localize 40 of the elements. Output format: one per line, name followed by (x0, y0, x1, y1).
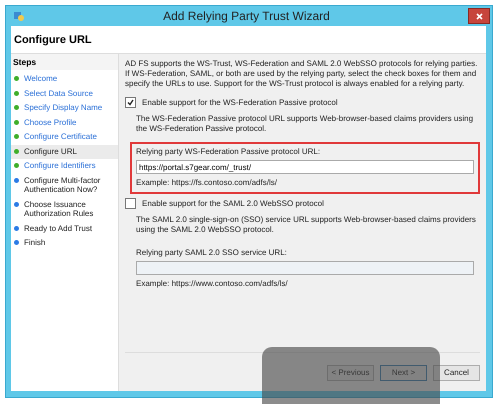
step-item[interactable]: Choose Profile (11, 116, 118, 130)
protocol-checkbox[interactable]: Enable support for the WS-Federation Passive protocol (125, 97, 480, 108)
step-item[interactable]: Configure Multi-factor Authentication Now? (11, 174, 118, 198)
window-title: Add Relying Party Trust Wizard (162, 9, 331, 23)
step-item[interactable]: Finish (11, 236, 118, 250)
close-icon (476, 12, 482, 20)
wizard-button[interactable]: Cancel (433, 365, 480, 381)
url-field[interactable]: https://portal.s7gear.com/_trust/ (136, 160, 474, 174)
status-dot-icon (14, 105, 19, 110)
step-item[interactable]: Configure Certificate (11, 130, 118, 144)
step-item[interactable]: Configure Identifiers (11, 159, 118, 174)
field-label: Relying party SAML 2.0 SSO service URL: (136, 248, 288, 258)
example-text: Example: https://www.contoso.com/adfs/ls/ (136, 279, 289, 289)
example-text: Example: https://fs.contoso.com/adfs/ls/ (136, 178, 278, 188)
status-dot-icon (14, 148, 19, 154)
step-item[interactable]: Configure URL (11, 144, 118, 159)
close-button[interactable] (468, 8, 490, 24)
status-dot-icon (14, 240, 19, 245)
step-item[interactable]: Specify Display Name (11, 101, 118, 116)
status-dot-icon (14, 90, 19, 96)
status-dot-icon (14, 202, 19, 206)
step-item[interactable]: Select Data Source (11, 86, 118, 101)
field-label: Relying party WS-Federation Passive protocol URL: (136, 147, 322, 157)
status-dot-icon (14, 226, 19, 230)
checkmark-icon (127, 99, 134, 106)
app-icon (13, 10, 25, 22)
status-dot-icon (14, 76, 19, 81)
step-item[interactable]: Ready to Add Trust (11, 222, 118, 236)
status-dot-icon (14, 120, 19, 124)
status-dot-icon (14, 178, 19, 182)
status-dot-icon (14, 163, 19, 168)
steps-heading: Steps (11, 54, 118, 70)
step-item[interactable]: Choose Issuance Authorization Rules (11, 198, 118, 222)
protocol-description: The SAML 2.0 single-sign-on (SSO) service URL supports Web-browser-based claims providers using the SAML 2.0 WebSSO protocol. (136, 215, 476, 235)
status-dot-icon (14, 134, 19, 139)
url-field[interactable] (136, 261, 474, 275)
step-item[interactable]: Welcome (11, 72, 118, 86)
intro-text: AD FS supports the WS-Trust, WS-Federation and SAML 2.0 WebSSO protocols for relying parties. If WS-Federation, SAML, or both are used by the relying party, select the check boxes for them and specify the URLs to use. Support for the WS-Trust protocol is always enabled for a relying party. (125, 59, 478, 89)
protocol-description: The WS-Federation Passive protocol URL supports Web-browser-based claims providers using the WS-Federation Passive protocol. (136, 114, 474, 134)
protocol-checkbox[interactable]: Enable support for the SAML 2.0 WebSSO protocol (125, 198, 480, 209)
